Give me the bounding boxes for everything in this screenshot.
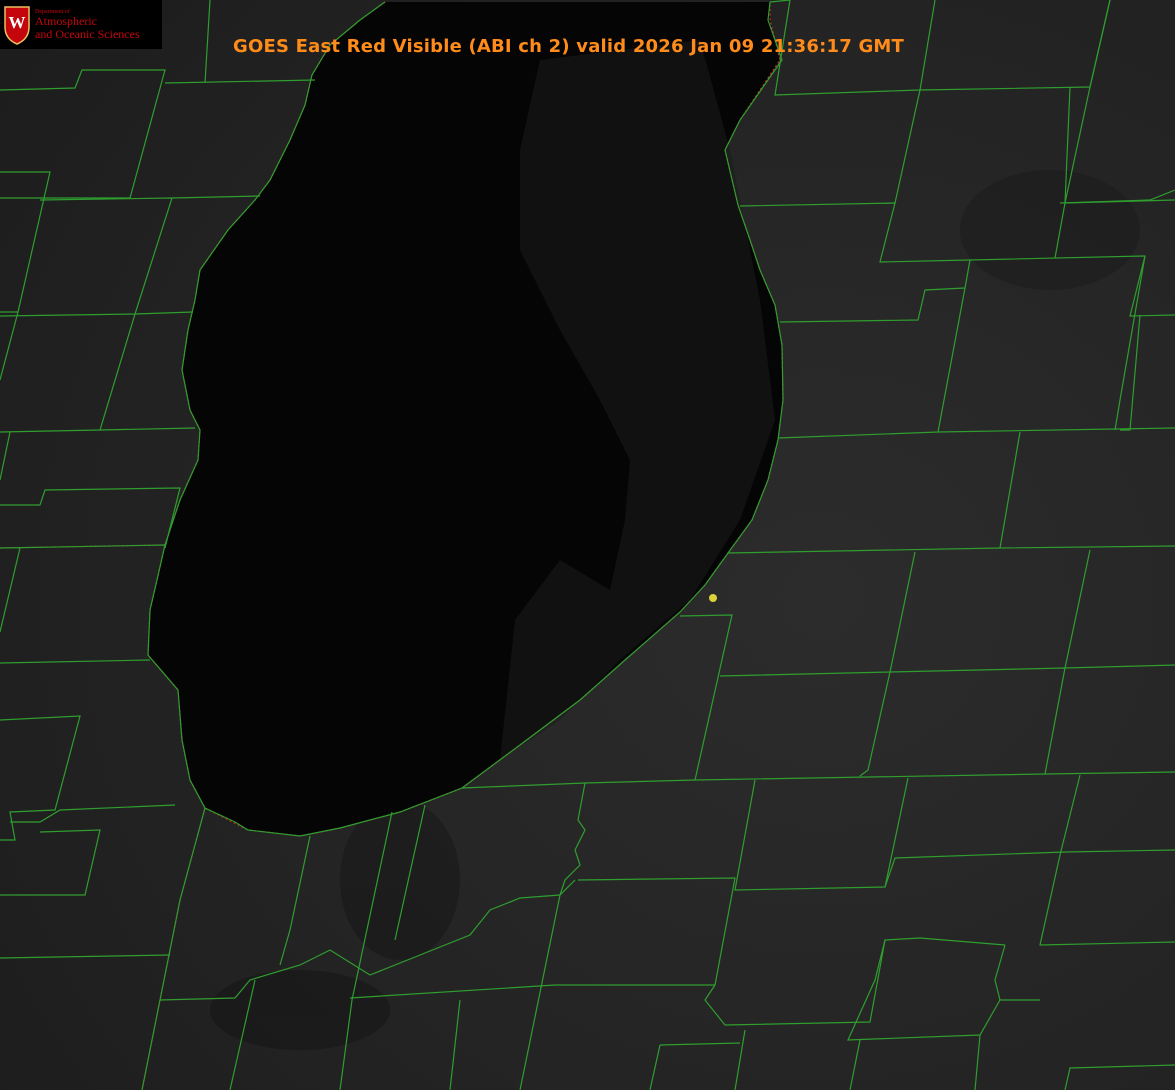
logo-line-2: and Oceanic Sciences [35, 26, 140, 41]
uw-crest-icon: W [3, 5, 31, 45]
logo-line-1: Atmospheric [35, 14, 97, 29]
map-title: GOES East Red Visible (ABI ch 2) valid 2… [233, 36, 905, 57]
aos-logo: W Department of Atmospheric and Oceanic … [0, 0, 162, 49]
satellite-map [0, 0, 1175, 1090]
location-marker-icon [709, 594, 717, 602]
logo-initial: W [8, 12, 26, 32]
